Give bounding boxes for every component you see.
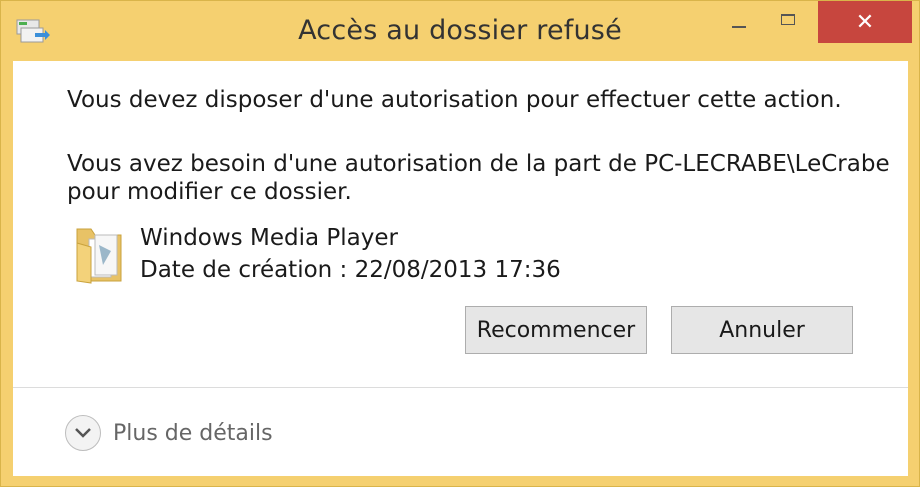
folder-name: Windows Media Player bbox=[140, 225, 398, 251]
more-details-label: Plus de détails bbox=[113, 420, 273, 446]
message-secondary-line2: pour modifier ce dossier. bbox=[67, 179, 352, 205]
dialog-window: Accès au dossier refusé ✕ Vous devez dis… bbox=[0, 0, 920, 487]
chevron-down-icon[interactable] bbox=[65, 415, 101, 451]
dialog-content: Vous devez disposer d'une autorisation p… bbox=[13, 61, 908, 476]
title-bar[interactable]: Accès au dossier refusé ✕ bbox=[1, 1, 919, 61]
folder-created-date: Date de création : 22/08/2013 17:36 bbox=[140, 257, 561, 283]
cancel-button[interactable]: Annuler bbox=[671, 306, 853, 354]
close-button[interactable]: ✕ bbox=[818, 1, 912, 43]
footer-divider bbox=[13, 387, 908, 388]
maximize-button[interactable] bbox=[773, 7, 803, 37]
minimize-button[interactable] bbox=[724, 7, 754, 37]
folder-icon bbox=[76, 228, 122, 284]
retry-button[interactable]: Recommencer bbox=[465, 306, 647, 354]
close-icon: ✕ bbox=[855, 9, 875, 35]
message-primary: Vous devez disposer d'une autorisation p… bbox=[67, 87, 842, 113]
more-details-toggle[interactable]: Plus de détails bbox=[65, 413, 273, 453]
message-secondary-line1: Vous avez besoin d'une autorisation de l… bbox=[67, 151, 890, 177]
